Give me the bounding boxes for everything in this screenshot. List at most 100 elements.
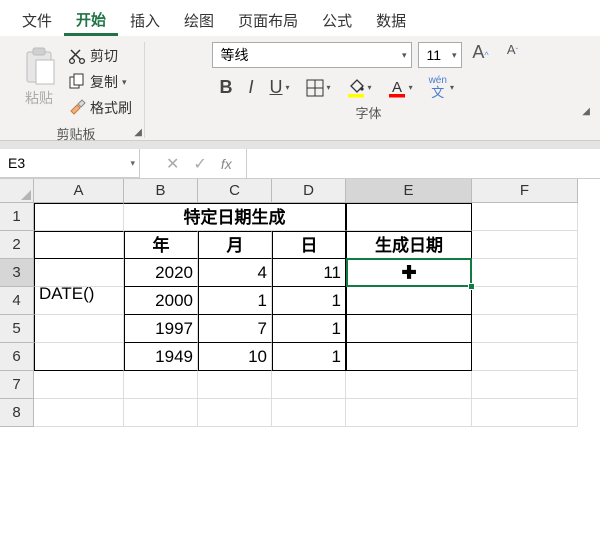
menu-formulas[interactable]: 公式 — [310, 5, 364, 36]
paste-button[interactable]: 粘贴 — [16, 42, 62, 108]
cell[interactable] — [34, 259, 124, 287]
phonetic-guide-button[interactable]: wén 文 ▾ — [429, 76, 454, 99]
row-header-2[interactable]: 2 — [0, 231, 34, 259]
font-size-value: 11 — [427, 47, 442, 63]
cell-func[interactable]: DATE() — [34, 287, 124, 315]
cell[interactable]: 1 — [272, 315, 346, 343]
col-header-e[interactable]: E — [346, 179, 472, 203]
cell[interactable] — [198, 399, 272, 427]
cell[interactable] — [472, 259, 578, 287]
ribbon: 粘贴 剪切 复制 ▾ 格式刷 剪贴板 ◢ — [0, 36, 600, 141]
select-all-corner[interactable] — [0, 179, 34, 203]
cell[interactable] — [346, 371, 472, 399]
cell-header-month[interactable]: 月 — [198, 231, 272, 259]
row-header-4[interactable]: 4 — [0, 287, 34, 315]
cell[interactable]: 1 — [198, 287, 272, 315]
font-family-select[interactable]: 等线 ▾ — [212, 42, 412, 68]
cell[interactable] — [472, 231, 578, 259]
cell[interactable] — [346, 287, 472, 315]
accept-formula-button[interactable]: ✓ — [193, 154, 206, 174]
cell[interactable]: 10 — [198, 343, 272, 371]
menu-home[interactable]: 开始 — [64, 4, 118, 36]
col-header-f[interactable]: F — [472, 179, 578, 203]
cell[interactable] — [34, 231, 124, 259]
cell[interactable]: 1949 — [124, 343, 198, 371]
cell[interactable]: 2000 — [124, 287, 198, 315]
cell[interactable] — [472, 399, 578, 427]
cell[interactable] — [472, 287, 578, 315]
cell[interactable] — [124, 371, 198, 399]
cut-label: 剪切 — [90, 46, 118, 66]
insert-function-button[interactable]: fx — [221, 156, 232, 172]
font-family-value: 等线 — [221, 45, 249, 65]
cell-header-gen[interactable]: 生成日期 — [346, 231, 472, 259]
cell[interactable]: 1997 — [124, 315, 198, 343]
cell[interactable] — [472, 343, 578, 371]
bold-button[interactable]: B — [220, 77, 233, 98]
font-size-select[interactable]: 11 ▾ — [418, 42, 462, 68]
cell[interactable] — [34, 343, 124, 371]
cell-header-day[interactable]: 日 — [272, 231, 346, 259]
cell-header-year[interactable]: 年 — [124, 231, 198, 259]
copy-button[interactable]: 复制 ▾ — [66, 70, 134, 94]
col-header-c[interactable]: C — [198, 179, 272, 203]
cell[interactable] — [198, 371, 272, 399]
format-painter-button[interactable]: 格式刷 — [66, 96, 134, 120]
formula-input[interactable] — [247, 149, 600, 178]
fill-color-button[interactable]: ▾ — [347, 78, 372, 98]
ribbon-group-clipboard: 粘贴 剪切 复制 ▾ 格式刷 剪贴板 ◢ — [8, 42, 145, 138]
chevron-down-icon: ▾ — [402, 50, 407, 61]
row-header-6[interactable]: 6 — [0, 343, 34, 371]
cell[interactable]: 2020 — [124, 259, 198, 287]
cell[interactable] — [34, 203, 124, 231]
borders-button[interactable]: ▾ — [306, 79, 331, 97]
cell[interactable] — [346, 203, 472, 231]
cell[interactable] — [346, 399, 472, 427]
cell[interactable]: 4 — [198, 259, 272, 287]
italic-button[interactable]: I — [249, 77, 254, 98]
menu-draw[interactable]: 绘图 — [172, 5, 226, 36]
font-color-icon: A — [388, 78, 406, 98]
clipboard-expand-icon[interactable]: ◢ — [134, 127, 142, 138]
font-expand-icon[interactable]: ◢ — [582, 106, 590, 117]
cell[interactable] — [472, 371, 578, 399]
cut-button[interactable]: 剪切 — [66, 44, 134, 68]
cell[interactable] — [346, 315, 472, 343]
cancel-formula-button[interactable]: ✕ — [166, 154, 179, 174]
cell[interactable]: 1 — [272, 343, 346, 371]
col-header-d[interactable]: D — [272, 179, 346, 203]
active-cell-e3[interactable]: ✚ — [346, 259, 472, 287]
scissors-icon — [68, 47, 86, 65]
increase-font-button[interactable]: A^ — [468, 42, 494, 68]
col-header-a[interactable]: A — [34, 179, 124, 203]
cell[interactable] — [34, 315, 124, 343]
cell[interactable] — [34, 371, 124, 399]
fill-handle[interactable] — [468, 283, 475, 290]
cell[interactable]: 11 — [272, 259, 346, 287]
menu-page-layout[interactable]: 页面布局 — [226, 5, 310, 36]
cell[interactable] — [346, 343, 472, 371]
name-box[interactable]: E3 ▾ — [0, 149, 140, 178]
cell[interactable]: 1 — [272, 287, 346, 315]
col-header-b[interactable]: B — [124, 179, 198, 203]
cell[interactable] — [472, 315, 578, 343]
cell[interactable] — [272, 371, 346, 399]
cell[interactable]: 7 — [198, 315, 272, 343]
row-header-1[interactable]: 1 — [0, 203, 34, 231]
cell[interactable] — [34, 399, 124, 427]
chevron-down-icon: ▾ — [409, 83, 413, 92]
menu-data[interactable]: 数据 — [364, 5, 418, 36]
row-header-8[interactable]: 8 — [0, 399, 34, 427]
row-header-7[interactable]: 7 — [0, 371, 34, 399]
menu-insert[interactable]: 插入 — [118, 5, 172, 36]
row-header-5[interactable]: 5 — [0, 315, 34, 343]
underline-button[interactable]: U▾ — [270, 77, 290, 98]
cell-title[interactable]: 特定日期生成 — [124, 203, 346, 231]
cell[interactable] — [124, 399, 198, 427]
menu-file[interactable]: 文件 — [10, 5, 64, 36]
decrease-font-button[interactable]: Aˇ — [500, 42, 526, 68]
font-color-button[interactable]: A ▾ — [388, 78, 413, 98]
row-header-3[interactable]: 3 — [0, 259, 34, 287]
cell[interactable] — [272, 399, 346, 427]
cell[interactable] — [472, 203, 578, 231]
